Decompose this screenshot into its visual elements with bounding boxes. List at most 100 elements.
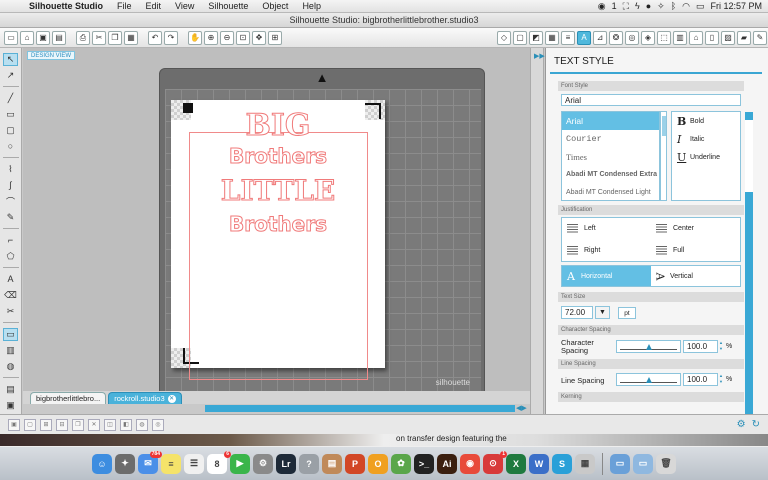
camera-icon[interactable]: ◉ bbox=[598, 1, 606, 12]
page-icon[interactable]: ▣ bbox=[3, 399, 18, 412]
notes-icon[interactable]: ≡ bbox=[161, 453, 181, 474]
menu-object[interactable]: Object bbox=[255, 1, 295, 11]
knife-icon[interactable]: ✂ bbox=[3, 305, 18, 318]
release-compound-icon[interactable]: ◧ bbox=[120, 418, 132, 431]
group-icon[interactable]: ▣ bbox=[8, 418, 20, 431]
curve-icon[interactable]: ∫ bbox=[3, 179, 18, 192]
delete-icon[interactable]: ✕ bbox=[88, 418, 100, 431]
zoom-box-icon[interactable]: ⊡ bbox=[236, 30, 250, 45]
horizontal-scrollbar[interactable] bbox=[205, 405, 515, 412]
chrome-icon[interactable]: ◉ bbox=[460, 453, 480, 474]
font-item[interactable]: Courier bbox=[562, 130, 659, 148]
scroll-arrows-icon[interactable]: ◀▶ bbox=[516, 404, 527, 412]
replicate-icon[interactable]: ❂ bbox=[609, 30, 623, 45]
terminal-icon[interactable]: >_ bbox=[414, 453, 434, 474]
facetime-icon[interactable]: ▶ bbox=[230, 453, 250, 474]
menu-edit[interactable]: Edit bbox=[139, 1, 169, 11]
tab-rockroll[interactable]: rockroll.studio3 ✕ bbox=[108, 392, 182, 404]
polygon-icon[interactable]: ⌇ bbox=[3, 163, 18, 176]
eraser-icon[interactable]: ⌫ bbox=[3, 289, 18, 302]
pan-icon[interactable]: ✋ bbox=[188, 30, 202, 45]
justify-full-button[interactable]: Full bbox=[651, 240, 740, 262]
illustrator-icon[interactable]: Ai bbox=[437, 453, 457, 474]
slider-knob[interactable] bbox=[646, 344, 652, 350]
design-text-line[interactable]: LITTLE bbox=[171, 174, 385, 208]
line-spacing-input[interactable]: 100.0 bbox=[683, 373, 718, 386]
ellipse-icon[interactable]: ○ bbox=[3, 140, 18, 153]
line-icon[interactable]: ▢ bbox=[513, 30, 527, 45]
freehand-icon[interactable]: ✎ bbox=[3, 211, 18, 224]
rectangle-icon[interactable]: ▭ bbox=[3, 108, 18, 121]
font-list-scrollbar[interactable] bbox=[660, 111, 667, 201]
mail-icon[interactable]: ⛶ bbox=[623, 1, 629, 12]
copy-icon[interactable]: ❐ bbox=[108, 30, 122, 45]
canvas-area[interactable]: DESIGN VIEW ▲ silhouette BIG Brothers LI… bbox=[23, 48, 530, 391]
new-icon[interactable]: ▭ bbox=[4, 30, 18, 45]
undo-icon[interactable]: ↶ bbox=[148, 30, 162, 45]
wifi-icon[interactable]: ◠ bbox=[682, 1, 690, 12]
sync-icon[interactable]: ↻ bbox=[752, 419, 760, 430]
store-icon[interactable]: ⌂ bbox=[689, 30, 703, 45]
menu-silhouette[interactable]: Silhouette bbox=[201, 1, 255, 11]
line-tool-icon[interactable]: ╱ bbox=[3, 92, 18, 105]
underline-toggle[interactable]: U Underline bbox=[672, 148, 740, 166]
design-text-line[interactable]: BIG bbox=[171, 108, 385, 144]
rounded-rect-icon[interactable]: ▢ bbox=[3, 124, 18, 137]
battery-icon[interactable]: ▭ bbox=[696, 1, 705, 12]
transform-icon[interactable]: ⊿ bbox=[593, 30, 607, 45]
ungroup-icon[interactable]: ▢ bbox=[24, 418, 36, 431]
char-spacing-input[interactable]: 100.0 bbox=[683, 340, 718, 353]
pentagon-icon[interactable]: ⬠ bbox=[3, 250, 18, 263]
pattern-icon[interactable]: ▦ bbox=[545, 30, 559, 45]
layers-icon[interactable]: ▤ bbox=[3, 383, 18, 396]
registration-icon[interactable]: ▨ bbox=[721, 30, 735, 45]
edit-points-icon[interactable]: ↗ bbox=[3, 69, 18, 82]
cut-icon[interactable]: ✂ bbox=[92, 30, 106, 45]
font-item[interactable]: Abadi MT Condensed Light bbox=[562, 184, 659, 200]
dropbox-icon[interactable]: ✧ bbox=[657, 1, 665, 12]
justify-right-button[interactable]: Right bbox=[562, 240, 651, 262]
zoom-out-icon[interactable]: ⊖ bbox=[220, 30, 234, 45]
menu-file[interactable]: File bbox=[110, 1, 139, 11]
vertical-button[interactable]: A Vertical bbox=[651, 266, 740, 286]
library-tool-icon[interactable]: ▥ bbox=[3, 344, 18, 357]
arc-icon[interactable]: ⌒ bbox=[3, 195, 18, 208]
word-icon[interactable]: W bbox=[529, 453, 549, 474]
make-compound-icon[interactable]: ◫ bbox=[104, 418, 116, 431]
lightroom-icon[interactable]: Lr bbox=[276, 453, 296, 474]
menu-app[interactable]: Silhouette Studio bbox=[22, 1, 110, 11]
horizontal-button[interactable]: A Horizontal bbox=[562, 266, 651, 286]
onyx-icon[interactable]: O bbox=[368, 453, 388, 474]
send-icon[interactable]: ▰ bbox=[737, 30, 751, 45]
offset-bottom-icon[interactable]: ◎ bbox=[152, 418, 164, 431]
scroll-thumb[interactable] bbox=[745, 192, 753, 422]
pdf-icon[interactable]: ⊙ 1 bbox=[483, 450, 507, 474]
select-all-icon[interactable]: ⊞ bbox=[40, 418, 52, 431]
line-spacing-stepper-icon[interactable]: ▲ ▼ bbox=[718, 373, 724, 386]
font-name-input[interactable]: Arial bbox=[561, 94, 741, 106]
powerpoint-icon[interactable]: P bbox=[345, 453, 365, 474]
italic-toggle[interactable]: I Italic bbox=[672, 130, 740, 148]
text-size-input[interactable]: 72.00 bbox=[561, 306, 593, 319]
weld-icon[interactable]: ◍ bbox=[136, 418, 148, 431]
font-list[interactable]: Arial Courier Times Abadi MT Condensed E… bbox=[561, 111, 660, 201]
help-icon[interactable]: ? bbox=[299, 453, 319, 474]
text-icon[interactable]: A bbox=[3, 273, 18, 286]
font-item[interactable]: Arial bbox=[562, 112, 659, 130]
fit-icon[interactable]: ⊞ bbox=[268, 30, 282, 45]
justify-center-button[interactable]: Center bbox=[651, 218, 740, 240]
select-icon[interactable]: ↖ bbox=[3, 52, 18, 66]
slider-knob[interactable] bbox=[646, 377, 652, 383]
paste-icon[interactable]: ▦ bbox=[124, 30, 138, 45]
tab-bigbrother[interactable]: bigbrotherlittlebro... bbox=[30, 392, 107, 404]
fill-icon[interactable]: ◇ bbox=[497, 30, 511, 45]
menu-help[interactable]: Help bbox=[295, 1, 328, 11]
justify-left-button[interactable]: Left bbox=[562, 218, 651, 240]
modify-icon[interactable]: ◎ bbox=[625, 30, 639, 45]
gradient-icon[interactable]: ◩ bbox=[529, 30, 543, 45]
line-spacing-slider[interactable] bbox=[616, 373, 681, 386]
settings-gear-icon[interactable]: ⚙ bbox=[737, 419, 746, 430]
font-item[interactable]: Times bbox=[562, 148, 659, 166]
chat-icon[interactable]: ● bbox=[646, 1, 651, 11]
clock[interactable]: Fri 12:57 PM bbox=[710, 1, 762, 11]
